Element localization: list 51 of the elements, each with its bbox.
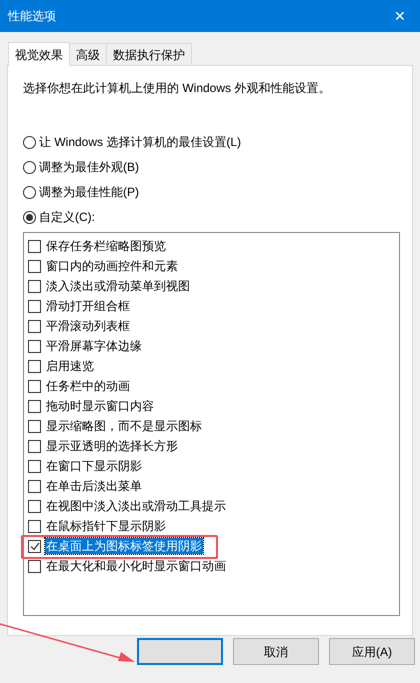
effect-label[interactable]: 淡入淡出或滑动菜单到视图: [45, 278, 191, 294]
radio-button[interactable]: [23, 160, 36, 174]
checkbox[interactable]: [28, 480, 41, 492]
checkbox[interactable]: [28, 260, 41, 272]
effect-label[interactable]: 平滑屏幕字体边缘: [45, 338, 143, 354]
effect-label[interactable]: 滑动打开组合框: [45, 298, 131, 314]
checkbox[interactable]: [28, 420, 41, 432]
check-icon: [30, 542, 40, 550]
checkbox[interactable]: [28, 300, 41, 312]
effect-label[interactable]: 显示缩略图，而不是显示图标: [45, 418, 203, 434]
close-button[interactable]: ✕: [386, 4, 414, 28]
radio-button[interactable]: [23, 136, 36, 148]
checkbox[interactable]: [28, 280, 41, 292]
checkbox[interactable]: [28, 440, 41, 452]
checkbox[interactable]: [28, 400, 41, 412]
effect-label[interactable]: 显示亚透明的选择长方形: [45, 438, 179, 454]
radio-label: 自定义(C):: [39, 209, 95, 226]
effect-label[interactable]: 在鼠标指针下显示阴影: [45, 518, 167, 534]
effect-label[interactable]: 任务栏中的动画: [45, 378, 131, 394]
effect-label[interactable]: 启用速览: [45, 358, 95, 374]
checkbox[interactable]: [28, 320, 41, 332]
effect-label[interactable]: 拖动时显示窗口内容: [45, 398, 155, 414]
radio-button[interactable]: [23, 210, 36, 224]
tab[interactable]: 视觉效果: [8, 42, 70, 66]
radio-label: 让 Windows 选择计算机的最佳设置(L): [39, 134, 242, 151]
radio-label: 调整为最佳外观(B): [39, 159, 139, 176]
effect-label[interactable]: 窗口内的动画控件和元素: [45, 258, 179, 274]
description-text: 选择你想在此计算机上使用的 Windows 外观和性能设置。: [23, 80, 332, 96]
dialog-button[interactable]: 应用(A): [329, 638, 415, 665]
radio-label: 调整为最佳性能(P): [39, 184, 139, 201]
checkbox[interactable]: [28, 500, 41, 512]
checkbox[interactable]: [28, 540, 41, 552]
effect-label[interactable]: 保存任务栏缩略图预览: [45, 238, 167, 254]
dialog-button[interactable]: 取消: [233, 638, 319, 665]
checkbox[interactable]: [28, 360, 41, 372]
effect-label[interactable]: 在桌面上为图标标签使用阴影: [45, 538, 203, 554]
effect-label[interactable]: 在最大化和最小化时显示窗口动画: [45, 558, 227, 574]
checkbox[interactable]: [28, 240, 41, 252]
effect-label[interactable]: 在窗口下显示阴影: [45, 458, 143, 474]
checkbox[interactable]: [28, 380, 41, 392]
checkbox[interactable]: [28, 460, 41, 472]
checkbox[interactable]: [28, 520, 41, 532]
checkbox[interactable]: [28, 340, 41, 352]
tab[interactable]: 数据执行保护: [106, 43, 192, 65]
effect-label[interactable]: 平滑滚动列表框: [45, 318, 131, 334]
dialog-button[interactable]: [137, 638, 223, 665]
effect-label[interactable]: 在视图中淡入淡出或滑动工具提示: [45, 498, 227, 514]
radio-button[interactable]: [23, 186, 36, 198]
effect-label[interactable]: 在单击后淡出菜单: [45, 478, 143, 494]
checkbox[interactable]: [28, 560, 41, 572]
window-title: 性能选项: [8, 8, 56, 25]
